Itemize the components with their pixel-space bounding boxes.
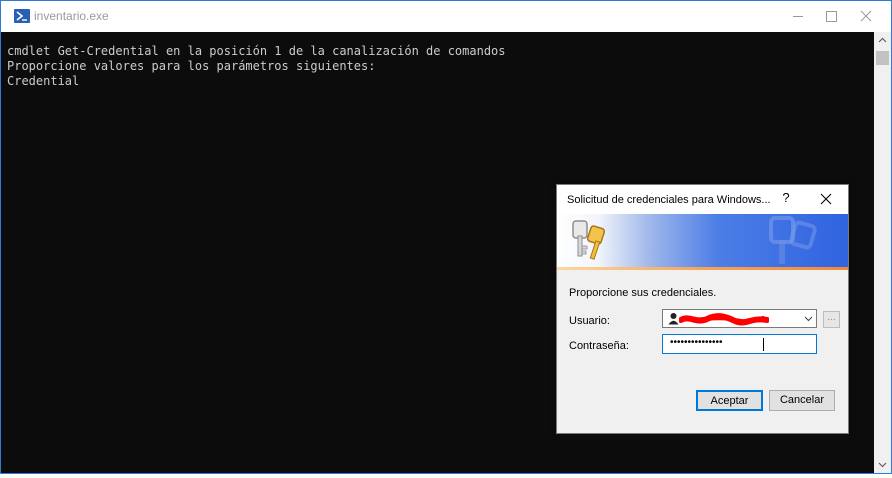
scroll-down-arrow[interactable] [874, 456, 891, 473]
redaction-scribble [679, 313, 769, 326]
dialog-title: Solicitud de credenciales para Windows..… [567, 194, 771, 206]
user-icon [668, 313, 679, 325]
close-button[interactable] [849, 1, 883, 32]
dialog-titlebar[interactable]: Solicitud de credenciales para Windows..… [557, 185, 848, 214]
scroll-up-arrow[interactable] [874, 32, 891, 49]
password-mask: ••••••••••••••• [670, 337, 723, 348]
minimize-button[interactable] [781, 1, 815, 32]
accept-button[interactable]: Aceptar [696, 390, 763, 411]
maximize-button[interactable] [814, 1, 848, 32]
password-label: Contraseña: [569, 340, 629, 352]
help-button[interactable]: ? [779, 190, 793, 208]
scrollbar-thumb[interactable] [876, 51, 889, 65]
browse-button[interactable]: ... [823, 311, 840, 328]
credentials-prompt: Proporcione sus credenciales. [569, 287, 717, 299]
window-title: inventario.exe [34, 9, 109, 23]
user-combobox[interactable] [662, 309, 817, 328]
cancel-button[interactable]: Cancelar [769, 390, 835, 411]
banner-accent-stripe [557, 267, 848, 270]
vertical-scrollbar[interactable] [874, 32, 891, 473]
user-label: Usuario: [569, 315, 610, 327]
password-field[interactable]: ••••••••••••••• [662, 334, 817, 354]
chevron-down-icon[interactable] [801, 311, 816, 326]
keys-watermark-icon [769, 216, 817, 264]
credential-dialog: Solicitud de credenciales para Windows..… [556, 184, 849, 434]
keys-icon [572, 220, 606, 260]
console-line: cmdlet Get-Credential en la posición 1 d… [7, 44, 506, 58]
dialog-close-button[interactable] [815, 189, 837, 209]
powershell-icon [14, 9, 30, 23]
window-titlebar[interactable]: inventario.exe [1, 1, 891, 32]
credential-banner [557, 214, 848, 267]
console-line: Proporcione valores para los parámetros … [7, 59, 376, 73]
console-text: cmdlet Get-Credential en la posición 1 d… [7, 44, 506, 89]
console-line: Credential [7, 74, 80, 88]
text-caret [763, 338, 764, 351]
